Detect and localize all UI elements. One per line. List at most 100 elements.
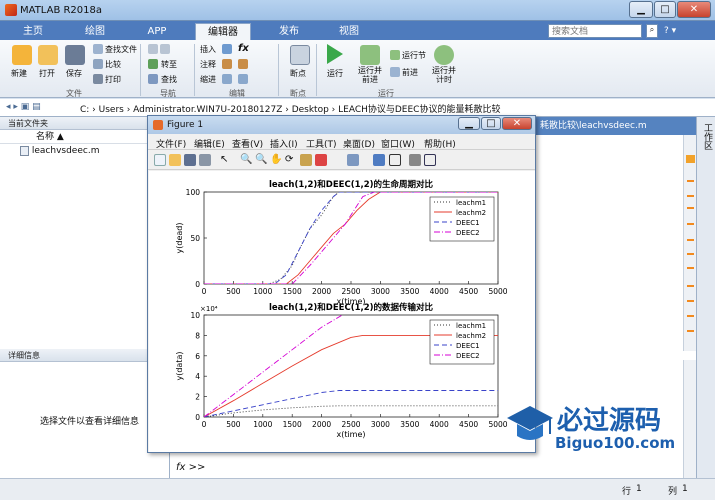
rotate-icon[interactable]: ⟳ (285, 154, 297, 166)
print-figure-icon[interactable] (199, 154, 211, 166)
toolstrip-separator (140, 44, 141, 96)
run-button[interactable]: 运行 (327, 68, 343, 79)
figure-minimize-button[interactable]: ▁ (458, 117, 480, 130)
y-tick-label: 8 (195, 331, 200, 340)
menu-file[interactable]: 文件(F) (156, 137, 186, 150)
print-button[interactable]: 打印 (105, 74, 121, 85)
menu-tools[interactable]: 工具(T) (306, 137, 337, 150)
find-files-button[interactable]: 查找文件 (105, 44, 137, 55)
nav-arrows-icon[interactable]: ◂ ▸ ▣ ▤ (6, 102, 41, 112)
link-plot-icon[interactable] (347, 154, 359, 166)
y-tick-label: 6 (195, 352, 200, 361)
tab-apps[interactable]: APP (134, 23, 180, 40)
save-button[interactable]: 保存 (66, 68, 82, 79)
figure-plots: leach(1,2)和DEEC(1,2)的生命周期对比0 500 1000 1500 2… (175, 179, 508, 439)
legend-label-DEEC2: DEEC2 (456, 229, 480, 237)
uncomment-icon[interactable] (238, 59, 248, 69)
maximize-button[interactable]: □ (654, 1, 676, 18)
menu-insert[interactable]: 插入(I) (270, 137, 298, 150)
run-time-icon[interactable] (434, 45, 454, 65)
toolstrip-separator (316, 44, 317, 96)
fx-button[interactable]: fx (238, 43, 249, 54)
save-figure-icon[interactable] (184, 154, 196, 166)
new-figure-icon[interactable] (154, 154, 166, 166)
run-advance-icon[interactable] (360, 45, 380, 65)
find-button[interactable]: 查找 (161, 74, 177, 85)
minimize-button[interactable]: ▁ (629, 1, 653, 18)
editor-tab[interactable]: 耗散比较\leachvsdeec.m (536, 117, 696, 135)
group-label-file: 文件 (66, 89, 82, 98)
current-folder-title: 当前文件夹 (0, 117, 149, 130)
y-exponent-label: ×10⁴ (200, 305, 218, 313)
insert-button[interactable]: 插入 (200, 44, 216, 55)
menu-help[interactable]: 帮助(H) (424, 137, 456, 150)
figure-close-button[interactable]: ✕ (502, 117, 532, 130)
run-icon[interactable] (327, 44, 343, 64)
graduation-cap-logo-icon (507, 406, 553, 440)
search-icon[interactable]: ⌕ (646, 24, 658, 38)
new-file-icon[interactable] (12, 45, 32, 65)
data-cursor-icon[interactable] (300, 154, 312, 166)
x-tick-label: 4000 (430, 287, 449, 296)
zoom-out-icon[interactable]: 🔍 (255, 154, 267, 166)
pan-icon[interactable]: ✋ (270, 154, 282, 166)
status-bar: 行 1 列 1 (0, 478, 715, 500)
breakpoints-button[interactable]: 断点 (290, 68, 306, 79)
zoom-in-icon[interactable]: 🔍 (240, 154, 252, 166)
tab-plots[interactable]: 绘图 (70, 23, 120, 40)
run-advance-button[interactable]: 运行并 前进 (358, 66, 382, 84)
column-header-name[interactable]: 名称 ▲ (0, 130, 149, 144)
goto-button[interactable]: 转至 (161, 59, 177, 70)
indent-icon[interactable] (222, 74, 232, 84)
brush-icon[interactable] (315, 154, 327, 166)
go-back-icon[interactable] (148, 44, 158, 54)
menu-window[interactable]: 窗口(W) (381, 137, 415, 150)
open-button[interactable]: 打开 (39, 68, 55, 79)
x-tick-label: 0 (202, 420, 207, 429)
colorbar-icon[interactable] (373, 154, 385, 166)
show-tools-icon[interactable] (424, 154, 436, 166)
tab-editor[interactable]: 编辑器 (195, 23, 251, 40)
pointer-icon[interactable]: ↖ (220, 154, 232, 166)
x-tick-label: 500 (226, 420, 241, 429)
tab-home[interactable]: 主页 (10, 23, 56, 40)
y-tick-label: 0 (195, 413, 200, 422)
search-docs-input[interactable] (548, 24, 642, 38)
open-folder-icon[interactable] (38, 45, 58, 65)
x-tick-label: 3500 (400, 287, 419, 296)
open-file-icon[interactable] (169, 154, 181, 166)
menu-view[interactable]: 查看(V) (232, 137, 263, 150)
run-section-button[interactable]: 运行节 (402, 50, 426, 61)
find-icon (148, 74, 158, 84)
tab-view[interactable]: 视图 (326, 23, 372, 40)
x-tick-label: 5000 (488, 287, 507, 296)
menu-desktop[interactable]: 桌面(D) (343, 137, 375, 150)
figure-maximize-button[interactable]: □ (481, 117, 501, 130)
help-icon[interactable]: ? ▾ (664, 26, 676, 36)
hide-tools-icon[interactable] (409, 154, 421, 166)
legend-icon[interactable] (389, 154, 401, 166)
x-axis-label: x(time) (336, 430, 365, 439)
insert-section-icon[interactable] (222, 44, 232, 54)
advance-button[interactable]: 前进 (402, 67, 418, 78)
run-time-button[interactable]: 运行并 计时 (432, 66, 456, 84)
breakpoints-icon[interactable] (290, 45, 310, 65)
new-button[interactable]: 新建 (11, 68, 27, 79)
comment-button[interactable]: 注释 (200, 59, 216, 70)
indent-button[interactable]: 缩进 (200, 74, 216, 85)
close-button[interactable]: ✕ (677, 1, 711, 18)
group-label-run: 运行 (378, 89, 394, 98)
save-icon[interactable] (65, 45, 85, 65)
tab-publish[interactable]: 发布 (266, 23, 312, 40)
go-forward-icon[interactable] (160, 44, 170, 54)
compare-button[interactable]: 比较 (105, 59, 121, 70)
unindent-icon[interactable] (238, 74, 248, 84)
comment-icon[interactable] (222, 59, 232, 69)
menu-edit[interactable]: 编辑(E) (194, 137, 225, 150)
current-path[interactable]: C: › Users › Administrator.WIN7U-2018012… (80, 102, 500, 115)
goto-icon (148, 59, 158, 69)
editor-scrollbar[interactable] (683, 135, 696, 351)
x-tick-label: 1000 (253, 420, 272, 429)
list-item[interactable]: leachvsdeec.m (0, 144, 149, 158)
compare-icon (93, 59, 103, 69)
